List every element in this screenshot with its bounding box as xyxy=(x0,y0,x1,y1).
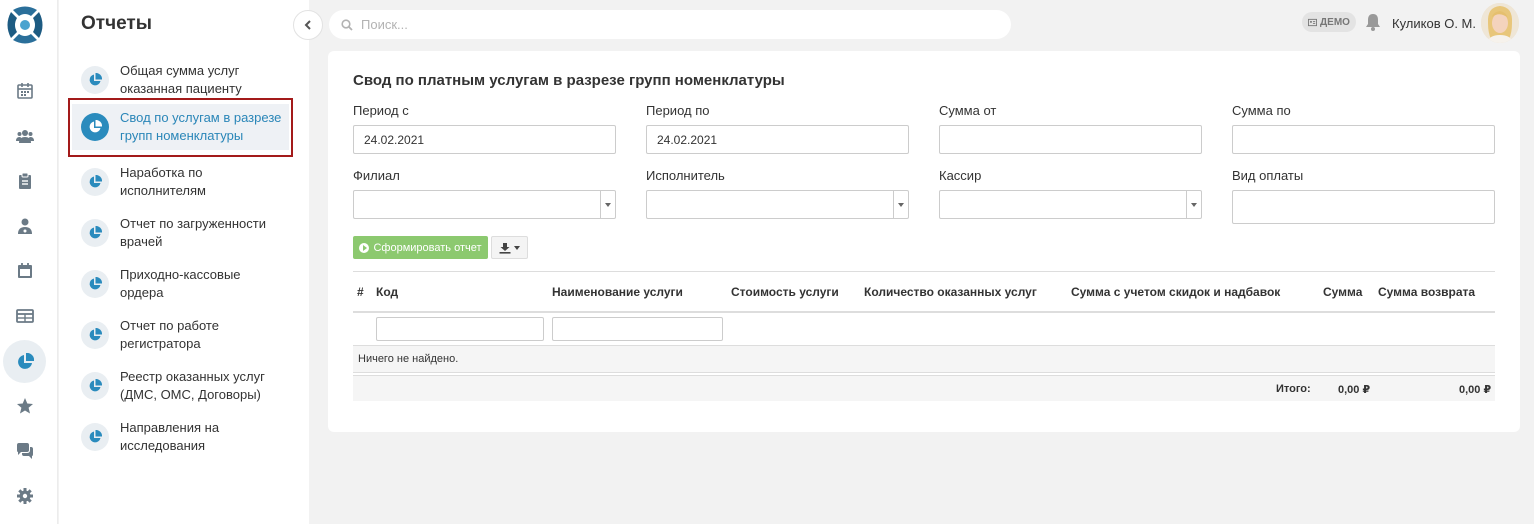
submenu-item-label: Общая сумма услуг оказанная пациенту xyxy=(120,63,242,96)
sum-to-field[interactable] xyxy=(1232,125,1495,154)
table-total-row: Итого: 0,00 ₽ 0,00 ₽ xyxy=(353,375,1495,401)
selection-highlight-frame xyxy=(68,98,293,157)
chevron-left-icon xyxy=(304,20,311,30)
column-header-service-cost[interactable]: Стоимость услуги xyxy=(731,285,839,299)
total-label: Итого: xyxy=(1276,383,1311,395)
demo-label: ДЕМО xyxy=(1320,16,1350,28)
caret-down-icon xyxy=(514,245,520,250)
executor-select[interactable] xyxy=(646,190,909,219)
column-header-service-name[interactable]: Наименование услуги xyxy=(552,285,683,299)
pie-chart-icon xyxy=(81,168,109,196)
empty-table-row: Ничего не найдено. xyxy=(353,346,1495,373)
submenu-item-label: Направления на исследования xyxy=(120,420,220,453)
sum-to-label: Сумма по xyxy=(1232,103,1291,118)
pie-chart-icon xyxy=(81,66,109,94)
service-name-filter-input[interactable] xyxy=(552,317,723,341)
calendar-icon[interactable] xyxy=(6,72,44,110)
submenu-item-registrar[interactable]: Отчет по работе регистратора xyxy=(81,312,343,358)
user-avatar[interactable] xyxy=(1481,3,1519,43)
submenu-item-label: Отчет по загруженности врачей xyxy=(120,216,266,249)
total-return-value: 0,00 ₽ xyxy=(1459,384,1492,396)
column-header-number[interactable]: # xyxy=(357,285,364,299)
report-title: Свод по платным услугам в разрезе групп … xyxy=(353,72,785,89)
branch-select[interactable] xyxy=(353,190,616,219)
column-header-services-count[interactable]: Количество оказанных услуг xyxy=(864,285,1037,299)
cashier-label: Кассир xyxy=(939,168,982,183)
submenu-item-cash-orders[interactable]: Приходно-кассовые ордера xyxy=(81,261,343,307)
generate-report-label: Сформировать отчет xyxy=(373,241,482,254)
submenu-item-label: Отчет по работе регистратора xyxy=(120,318,219,351)
download-icon xyxy=(499,242,511,254)
period-from-field[interactable] xyxy=(353,125,616,154)
submenu-item-total-services[interactable]: Общая сумма услуг оказанная пациенту xyxy=(81,57,343,103)
export-dropdown-button[interactable] xyxy=(491,236,528,259)
pie-chart-icon xyxy=(81,219,109,247)
global-search[interactable] xyxy=(329,10,1011,39)
search-input[interactable] xyxy=(361,17,961,32)
total-sum-value: 0,00 ₽ xyxy=(1338,384,1371,396)
payment-type-field[interactable] xyxy=(1232,190,1495,224)
collapse-sidebar-button[interactable] xyxy=(293,10,323,40)
dropdown-arrow-icon[interactable] xyxy=(600,191,615,218)
demo-badge: ДЕМО xyxy=(1302,12,1356,32)
submenu-item-label: Наработка по исполнителям xyxy=(120,165,206,198)
period-to-label: Период по xyxy=(646,103,710,118)
empty-table-message: Ничего не найдено. xyxy=(358,353,459,365)
pie-chart-icon xyxy=(81,321,109,349)
column-header-code[interactable]: Код xyxy=(376,285,398,299)
cashier-select[interactable] xyxy=(939,190,1202,219)
reports-pie-icon[interactable] xyxy=(3,340,46,383)
branch-label: Филиал xyxy=(353,168,400,183)
submenu-item-label: Реестр оказанных услуг (ДМС, ОМС, Догово… xyxy=(120,369,265,402)
icon-rail xyxy=(0,0,58,524)
play-circle-icon xyxy=(359,242,370,253)
search-icon xyxy=(341,18,353,31)
dropdown-arrow-icon[interactable] xyxy=(893,191,908,218)
pie-chart-icon xyxy=(81,270,109,298)
submenu-item-services-registry[interactable]: Реестр оказанных услуг (ДМС, ОМС, Догово… xyxy=(81,363,343,409)
submenu-item-executors[interactable]: Наработка по исполнителям xyxy=(81,159,343,205)
star-icon[interactable] xyxy=(6,387,44,425)
submenu-title: Отчеты xyxy=(81,13,152,34)
dropdown-arrow-icon[interactable] xyxy=(1186,191,1201,218)
sum-from-label: Сумма от xyxy=(939,103,997,118)
pie-chart-icon xyxy=(81,423,109,451)
column-header-sum[interactable]: Сумма xyxy=(1323,285,1362,299)
app-logo[interactable] xyxy=(5,4,45,46)
notifications-bell-icon[interactable] xyxy=(1365,13,1381,34)
period-from-label: Период с xyxy=(353,103,409,118)
table-icon[interactable] xyxy=(6,297,44,335)
user-name[interactable]: Куликов О. М. xyxy=(1392,16,1476,31)
chat-icon[interactable] xyxy=(6,432,44,470)
payment-type-label: Вид оплаты xyxy=(1232,168,1304,183)
column-header-return-sum[interactable]: Сумма возврата xyxy=(1378,285,1475,299)
settings-gear-icon[interactable] xyxy=(6,477,44,515)
id-card-icon xyxy=(1308,18,1318,26)
submenu-item-label: Приходно-кассовые ордера xyxy=(120,267,241,300)
table-filter-row xyxy=(353,313,1495,346)
table-header: # Код Наименование услуги Стоимость услу… xyxy=(353,271,1495,313)
users-icon[interactable] xyxy=(6,117,44,155)
report-card: Свод по платным услугам в разрезе групп … xyxy=(328,51,1520,432)
period-to-field[interactable] xyxy=(646,125,909,154)
generate-report-button[interactable]: Сформировать отчет xyxy=(353,236,488,259)
code-filter-input[interactable] xyxy=(376,317,544,341)
doctor-icon[interactable] xyxy=(6,207,44,245)
pie-chart-icon xyxy=(81,372,109,400)
clipboard-icon[interactable] xyxy=(6,162,44,200)
submenu-item-referrals[interactable]: Направления на исследования xyxy=(81,414,343,460)
submenu-item-doctor-load[interactable]: Отчет по загруженности врачей xyxy=(81,210,343,256)
column-header-sum-with-discounts[interactable]: Сумма с учетом скидок и надбавок xyxy=(1071,285,1280,299)
executor-label: Исполнитель xyxy=(646,168,725,183)
sum-from-field[interactable] xyxy=(939,125,1202,154)
schedule-icon[interactable] xyxy=(6,252,44,290)
